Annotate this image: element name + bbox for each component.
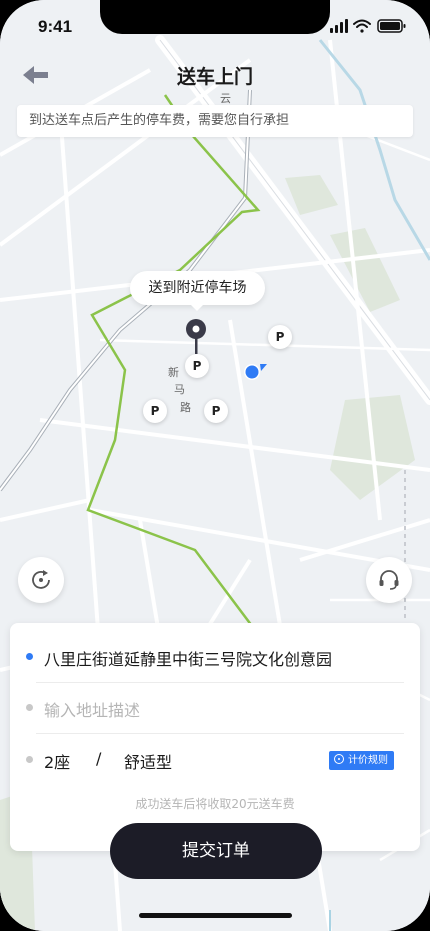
status-time: 9:41 [38,17,73,36]
customer-service-button[interactable] [366,557,412,603]
my-location-icon [244,364,267,380]
status-icons [330,19,406,33]
info-circle-icon [334,754,344,764]
parking-marker[interactable]: P [143,399,167,423]
divider [36,733,404,734]
delivery-fee-note: 成功送车后将收取20元送车费 [135,797,295,811]
order-card: 八里庄街道延静里中街三号院文化创意园 输入地址描述 2座 / 舒适型 计价规则 … [10,623,420,851]
home-indicator [139,913,292,918]
phone-screen: 9:41 送车上门 到达送车点后产生的停车费，需要您自行承担 云 新 马 路 送… [0,0,430,931]
pricing-rules-button[interactable]: 计价规则 [329,751,394,770]
road-name-char: 新 [168,366,179,379]
headset-icon [379,570,399,590]
destination-callout[interactable]: 送到附近停车场 [130,271,265,311]
pricing-rules-label: 计价规则 [348,755,388,766]
refresh-icon [32,570,50,589]
parking-marker[interactable]: P [268,325,292,349]
submit-order-button[interactable]: 提交订单 [110,823,322,879]
page-title: 送车上门 [176,66,253,88]
device-notch [100,0,330,34]
battery-icon [377,19,406,33]
address-description-input[interactable]: 输入地址描述 [26,683,404,733]
parking-marker[interactable]: P [204,399,228,423]
car-seat-text: 2座 [44,753,71,772]
car-type-dot [26,756,33,763]
road-name-char: 路 [180,401,191,414]
address-text: 八里庄街道延静里中街三号院文化创意园 [44,650,333,669]
nav-header: 送车上门 [0,54,430,98]
address-dot [26,653,33,660]
wifi-icon [353,19,371,33]
parking-marker[interactable]: P [185,354,209,378]
refresh-location-button[interactable] [18,557,64,603]
car-type-divider: / [96,749,102,768]
signal-icon [330,19,348,33]
description-placeholder: 输入地址描述 [44,701,141,720]
description-dot [26,704,33,711]
car-type-text: 舒适型 [124,753,173,772]
address-row[interactable]: 八里庄街道延静里中街三号院文化创意园 [26,632,404,682]
location-pin-icon [186,319,206,354]
road-name-char: 马 [174,383,185,396]
parking-fee-notice: 到达送车点后产生的停车费，需要您自行承担 [17,105,413,137]
